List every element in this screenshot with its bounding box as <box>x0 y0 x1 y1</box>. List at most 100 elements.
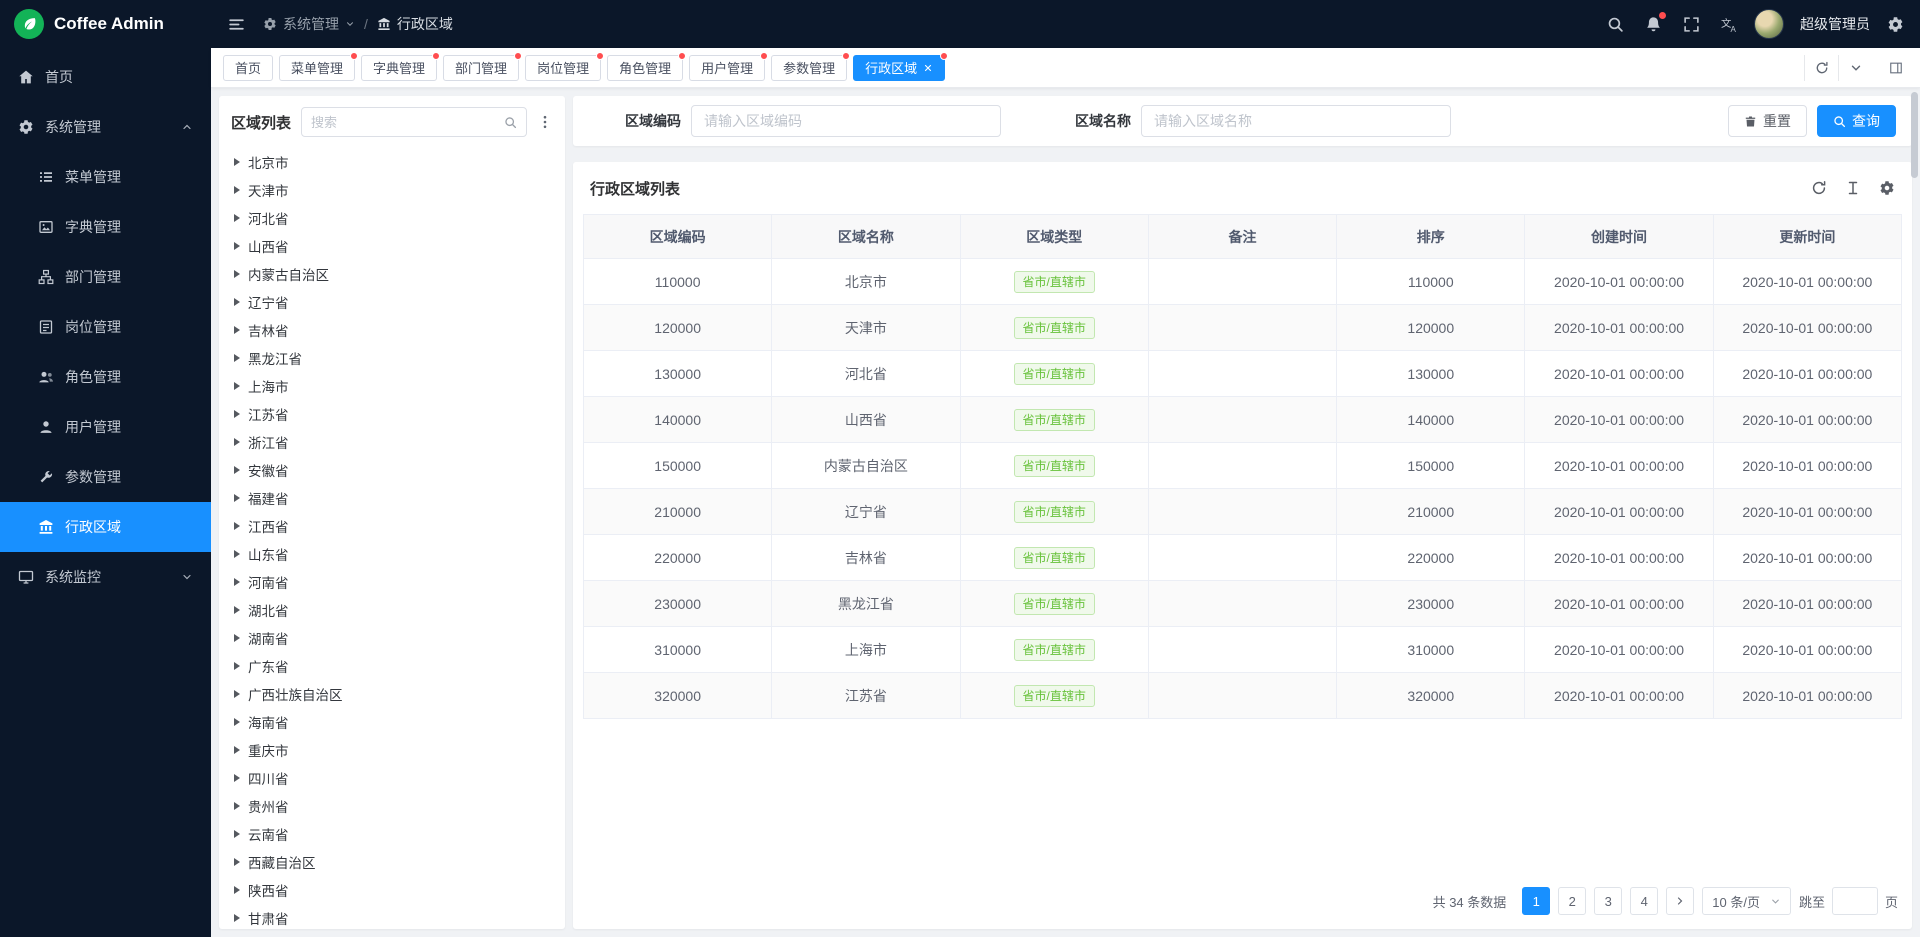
tree-node[interactable]: 贵州省 <box>219 792 565 820</box>
tab-dictionary-management[interactable]: 字典管理 <box>361 55 437 81</box>
tree-node[interactable]: 四川省 <box>219 764 565 792</box>
sidebar-collapse-icon[interactable] <box>227 15 245 33</box>
table-density-icon[interactable] <box>1845 180 1861 196</box>
caret-right-icon <box>234 774 240 782</box>
page-button-1[interactable]: 1 <box>1522 887 1550 915</box>
tree-node[interactable]: 黑龙江省 <box>219 344 565 372</box>
sidebar-item-admin-region[interactable]: 行政区域 <box>0 502 211 552</box>
tree-node[interactable]: 内蒙古自治区 <box>219 260 565 288</box>
tree-node[interactable]: 福建省 <box>219 484 565 512</box>
tree-node[interactable]: 广东省 <box>219 652 565 680</box>
user-name[interactable]: 超级管理员 <box>1800 14 1870 34</box>
tree-node-label: 湖北省 <box>248 600 289 620</box>
fullscreen-icon[interactable] <box>1682 15 1700 33</box>
scrollbar-thumb[interactable] <box>1911 92 1918 178</box>
caret-right-icon <box>234 858 240 866</box>
next-page-button[interactable] <box>1666 887 1694 915</box>
search-icon[interactable] <box>504 116 517 129</box>
breadcrumb-section[interactable]: 系统管理 <box>263 14 355 34</box>
sidebar-item-system-management[interactable]: 系统管理 <box>0 102 211 152</box>
table-refresh-icon[interactable] <box>1811 180 1827 196</box>
page-button-4[interactable]: 4 <box>1630 887 1658 915</box>
tab-role-management[interactable]: 角色管理 <box>607 55 683 81</box>
sidebar-item-parameter-management[interactable]: 参数管理 <box>0 452 211 502</box>
page-scrollbar[interactable] <box>1911 92 1918 932</box>
tab-admin-region[interactable]: 行政区域 <box>853 55 945 81</box>
tab-post-management[interactable]: 岗位管理 <box>525 55 601 81</box>
tree-node[interactable]: 海南省 <box>219 708 565 736</box>
tree-node-label: 陕西省 <box>248 880 289 900</box>
tree-node-label: 广东省 <box>248 656 289 676</box>
tree-node[interactable]: 河北省 <box>219 204 565 232</box>
settings-gear-icon[interactable] <box>1886 15 1904 33</box>
sidebar-item-user-management[interactable]: 用户管理 <box>0 402 211 452</box>
tree-node[interactable]: 江西省 <box>219 512 565 540</box>
tabs-refresh-icon[interactable] <box>1804 55 1838 81</box>
tree-node[interactable]: 山东省 <box>219 540 565 568</box>
tree-search-input[interactable] <box>311 115 498 130</box>
tree-node[interactable]: 重庆市 <box>219 736 565 764</box>
app-logo[interactable]: Coffee Admin <box>0 0 211 48</box>
table-cell: 黑龙江省 <box>772 581 960 627</box>
tab-close-icon[interactable] <box>923 63 933 73</box>
tab-user-management[interactable]: 用户管理 <box>689 55 765 81</box>
table-cell: 省市/直辖市 <box>960 627 1148 673</box>
tree-node[interactable]: 安徽省 <box>219 456 565 484</box>
jump-label: 跳至 <box>1799 892 1825 911</box>
page-button-3[interactable]: 3 <box>1594 887 1622 915</box>
avatar[interactable] <box>1754 9 1784 39</box>
tree-node[interactable]: 辽宁省 <box>219 288 565 316</box>
table-settings-icon[interactable] <box>1879 180 1895 196</box>
page-size-select[interactable]: 10 条/页 <box>1702 887 1791 915</box>
table-cell: 210000 <box>584 489 772 535</box>
search-button[interactable]: 查询 <box>1817 105 1896 137</box>
sidebar-item-home[interactable]: 首页 <box>0 52 211 102</box>
tree-node[interactable]: 上海市 <box>219 372 565 400</box>
tree-node[interactable]: 广西壮族自治区 <box>219 680 565 708</box>
table-title: 行政区域列表 <box>590 178 680 199</box>
tab-home[interactable]: 首页 <box>223 55 273 81</box>
app-title: Coffee Admin <box>54 14 164 34</box>
tree-node[interactable]: 河南省 <box>219 568 565 596</box>
column-header: 更新时间 <box>1713 215 1901 259</box>
translate-icon[interactable]: 文A <box>1720 15 1738 33</box>
tab-menu-management[interactable]: 菜单管理 <box>279 55 355 81</box>
bell-icon[interactable] <box>1644 15 1662 33</box>
table-cell: 2020-10-01 00:00:00 <box>1713 351 1901 397</box>
tab-department-management[interactable]: 部门管理 <box>443 55 519 81</box>
tree-node[interactable]: 甘肃省 <box>219 904 565 929</box>
sidebar-item-system-monitor[interactable]: 系统监控 <box>0 552 211 602</box>
sidebar-item-dictionary-management[interactable]: 字典管理 <box>0 202 211 252</box>
page-jump-input[interactable] <box>1832 887 1878 915</box>
tabs-actions-chevron-icon[interactable] <box>1838 55 1872 81</box>
search-icon[interactable] <box>1606 15 1624 33</box>
trash-icon <box>1744 115 1757 128</box>
tree-node-label: 安徽省 <box>248 460 289 480</box>
tree-node[interactable]: 浙江省 <box>219 428 565 456</box>
region-name-label: 区域名称 <box>1039 111 1131 131</box>
layout-panel-icon[interactable] <box>1884 55 1908 81</box>
tree-node[interactable]: 湖北省 <box>219 596 565 624</box>
table-cell: 2020-10-01 00:00:00 <box>1713 259 1901 305</box>
sidebar-item-menu-management[interactable]: 菜单管理 <box>0 152 211 202</box>
tree-node[interactable]: 陕西省 <box>219 876 565 904</box>
page-button-2[interactable]: 2 <box>1558 887 1586 915</box>
tree-node[interactable]: 山西省 <box>219 232 565 260</box>
region-name-input[interactable] <box>1141 105 1451 137</box>
tree-node[interactable]: 湖南省 <box>219 624 565 652</box>
tree-node[interactable]: 天津市 <box>219 176 565 204</box>
tree-more-icon[interactable] <box>537 114 553 130</box>
tree-node[interactable]: 江苏省 <box>219 400 565 428</box>
sidebar-item-role-management[interactable]: 角色管理 <box>0 352 211 402</box>
reset-button[interactable]: 重置 <box>1728 105 1807 137</box>
tree-node[interactable]: 北京市 <box>219 148 565 176</box>
region-code-input[interactable] <box>691 105 1001 137</box>
tree-node[interactable]: 云南省 <box>219 820 565 848</box>
tab-parameter-management[interactable]: 参数管理 <box>771 55 847 81</box>
caret-right-icon <box>234 522 240 530</box>
tree-node[interactable]: 西藏自治区 <box>219 848 565 876</box>
sidebar-item-post-management[interactable]: 岗位管理 <box>0 302 211 352</box>
sidebar-item-department-management[interactable]: 部门管理 <box>0 252 211 302</box>
table-row: 130000河北省省市/直辖市1300002020-10-01 00:00:00… <box>584 351 1902 397</box>
tree-node[interactable]: 吉林省 <box>219 316 565 344</box>
